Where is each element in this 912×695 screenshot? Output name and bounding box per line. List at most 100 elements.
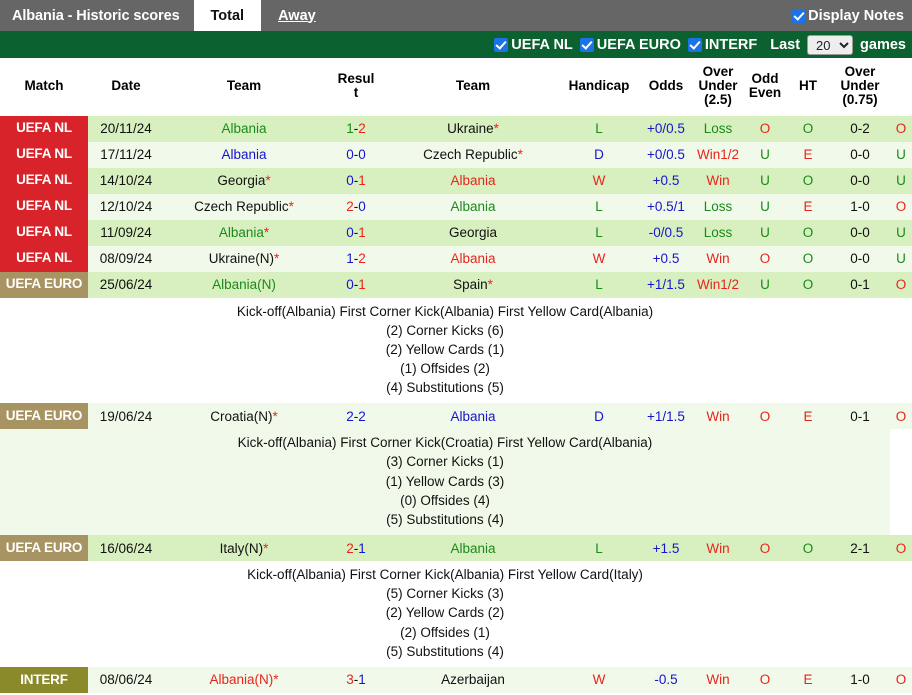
cell-over-under-25: O	[744, 667, 786, 693]
filter-uefa-nl[interactable]: UEFA NL	[494, 37, 573, 53]
checkbox-checked-icon[interactable]	[792, 9, 806, 23]
col-header-odds[interactable]: Odds	[640, 58, 692, 116]
cell-away-team[interactable]: Albania	[388, 535, 558, 561]
checkbox-checked-icon[interactable]	[494, 38, 508, 52]
cell-half-time: 0-1	[830, 272, 890, 298]
col-header-over-under-075[interactable]: Over Under (0.75)	[830, 58, 890, 116]
cell-home-team[interactable]: Ukraine(N)*	[164, 246, 324, 272]
filter-interf[interactable]: INTERF	[688, 37, 757, 53]
result-home-goals: 0	[346, 277, 354, 292]
home-team-name: Georgia	[217, 173, 265, 188]
cell-away-team[interactable]: Azerbaijan	[388, 667, 558, 693]
cell-home-team[interactable]: Albania*	[164, 220, 324, 246]
cell-home-team[interactable]: Croatia(N)*	[164, 403, 324, 429]
match-notes-heading: Kick-off(Albania) First Corner Kick(Alba…	[237, 302, 653, 321]
home-team-name: Albania	[221, 121, 266, 136]
cell-over-under-25: U	[744, 272, 786, 298]
cell-result: 1-2	[324, 116, 388, 142]
cell-home-team[interactable]: Italy(N)*	[164, 535, 324, 561]
display-notes-toggle[interactable]: Display Notes	[792, 0, 912, 31]
cell-result: 0-1	[324, 220, 388, 246]
col-header-over-under-25[interactable]: Over Under (2.5)	[692, 58, 744, 116]
filter-uefa-euro[interactable]: UEFA EURO	[580, 37, 681, 53]
cell-half-time: 0-0	[830, 246, 890, 272]
table-row[interactable]: UEFA EURO16/06/24Italy(N)*2-1AlbaniaL+1.…	[0, 535, 912, 561]
cell-home-team[interactable]: Albania	[164, 116, 324, 142]
cell-over-under-25: U	[744, 220, 786, 246]
cell-away-team[interactable]: Georgia	[388, 220, 558, 246]
star-icon: *	[274, 251, 279, 266]
cell-league-badge: UEFA EURO	[0, 403, 88, 429]
games-count-select[interactable]: 10203050	[807, 35, 853, 55]
col-header-result[interactable]: Resul t	[324, 58, 388, 116]
league-filter-bar: UEFA NL UEFA EURO INTERF Last 10203050 g…	[0, 31, 912, 58]
cell-date: 17/11/24	[88, 142, 164, 168]
star-icon: *	[488, 277, 493, 292]
table-header-row: Match Date Team Resul t Team Handicap Od…	[0, 58, 912, 116]
table-row[interactable]: UEFA NL17/11/24Albania0-0Czech Republic*…	[0, 142, 912, 168]
col-header-away-team[interactable]: Team	[388, 58, 558, 116]
cell-home-team[interactable]: Albania	[164, 142, 324, 168]
table-row[interactable]: UEFA NL14/10/24Georgia*0-1AlbaniaW+0.5Wi…	[0, 168, 912, 194]
col-header-handicap[interactable]: Handicap	[558, 58, 640, 116]
tab-total[interactable]: Total	[194, 0, 262, 31]
cell-handicap: +0.5	[640, 168, 692, 194]
cell-odds: Loss	[692, 194, 744, 220]
col-header-match[interactable]: Match	[0, 58, 88, 116]
cell-half-time: 0-0	[830, 220, 890, 246]
cell-away-team[interactable]: Albania	[388, 246, 558, 272]
cell-half-time: 1-0	[830, 667, 890, 693]
cell-win-loss-draw: W	[558, 246, 640, 272]
col-header-ht[interactable]: HT	[786, 58, 830, 116]
result-home-goals: 0	[346, 225, 354, 240]
cell-odds: Win	[692, 667, 744, 693]
table-row[interactable]: UEFA NL20/11/24Albania1-2Ukraine*L+0/0.5…	[0, 116, 912, 142]
result-away-goals: 1	[358, 225, 366, 240]
ou25-line1: Over	[703, 64, 734, 79]
table-row[interactable]: INTERF08/06/24Albania(N)*3-1AzerbaijanW-…	[0, 667, 912, 693]
games-label: games	[860, 37, 906, 53]
table-row[interactable]: UEFA EURO25/06/24Albania(N)0-1Spain*L+1/…	[0, 272, 912, 298]
cell-result: 0-1	[324, 168, 388, 194]
cell-home-team[interactable]: Georgia*	[164, 168, 324, 194]
cell-odd-even: O	[786, 116, 830, 142]
cell-over-under-075: U	[890, 142, 912, 168]
cell-league-badge: UEFA EURO	[0, 272, 88, 298]
table-row[interactable]: UEFA NL08/09/24Ukraine(N)*1-2AlbaniaW+0.…	[0, 246, 912, 272]
cell-away-team[interactable]: Albania	[388, 194, 558, 220]
display-notes-label: Display Notes	[808, 8, 904, 24]
match-notes-row: Kick-off(Albania) First Corner Kick(Croa…	[0, 429, 912, 535]
cell-date: 08/06/24	[88, 667, 164, 693]
match-notes-stat-line: (0) Offsides (4)	[238, 491, 653, 510]
cell-odds: Win1/2	[692, 272, 744, 298]
table-row[interactable]: UEFA EURO19/06/24Croatia(N)*2-2AlbaniaD+…	[0, 403, 912, 429]
tab-bar-spacer	[333, 0, 792, 31]
star-icon: *	[265, 173, 270, 188]
cell-away-team[interactable]: Spain*	[388, 272, 558, 298]
cell-home-team[interactable]: Albania(N)*	[164, 667, 324, 693]
cell-handicap: +1/1.5	[640, 272, 692, 298]
result-home-goals: 2	[346, 409, 354, 424]
tab-away[interactable]: Away	[261, 0, 333, 31]
cell-away-team[interactable]: Albania	[388, 403, 558, 429]
col-header-odd-even[interactable]: Odd Even	[744, 58, 786, 116]
cell-league-badge: UEFA NL	[0, 220, 88, 246]
col-header-home-team[interactable]: Team	[164, 58, 324, 116]
col-header-date[interactable]: Date	[88, 58, 164, 116]
match-notes-stat-line: (1) Offsides (2)	[237, 359, 653, 378]
cell-home-team[interactable]: Czech Republic*	[164, 194, 324, 220]
checkbox-checked-icon[interactable]	[688, 38, 702, 52]
cell-handicap: +1/1.5	[640, 403, 692, 429]
cell-handicap: +0/0.5	[640, 116, 692, 142]
table-row[interactable]: UEFA NL12/10/24Czech Republic*2-0Albania…	[0, 194, 912, 220]
home-team-name: Czech Republic	[194, 199, 289, 214]
checkbox-checked-icon[interactable]	[580, 38, 594, 52]
table-row[interactable]: UEFA NL11/09/24Albania*0-1GeorgiaL-0/0.5…	[0, 220, 912, 246]
cell-home-team[interactable]: Albania(N)	[164, 272, 324, 298]
cell-away-team[interactable]: Ukraine*	[388, 116, 558, 142]
cell-away-team[interactable]: Albania	[388, 168, 558, 194]
result-away-goals: 1	[358, 541, 366, 556]
oddeven-line2: Even	[749, 85, 781, 100]
cell-away-team[interactable]: Czech Republic*	[388, 142, 558, 168]
cell-odd-even: O	[786, 535, 830, 561]
